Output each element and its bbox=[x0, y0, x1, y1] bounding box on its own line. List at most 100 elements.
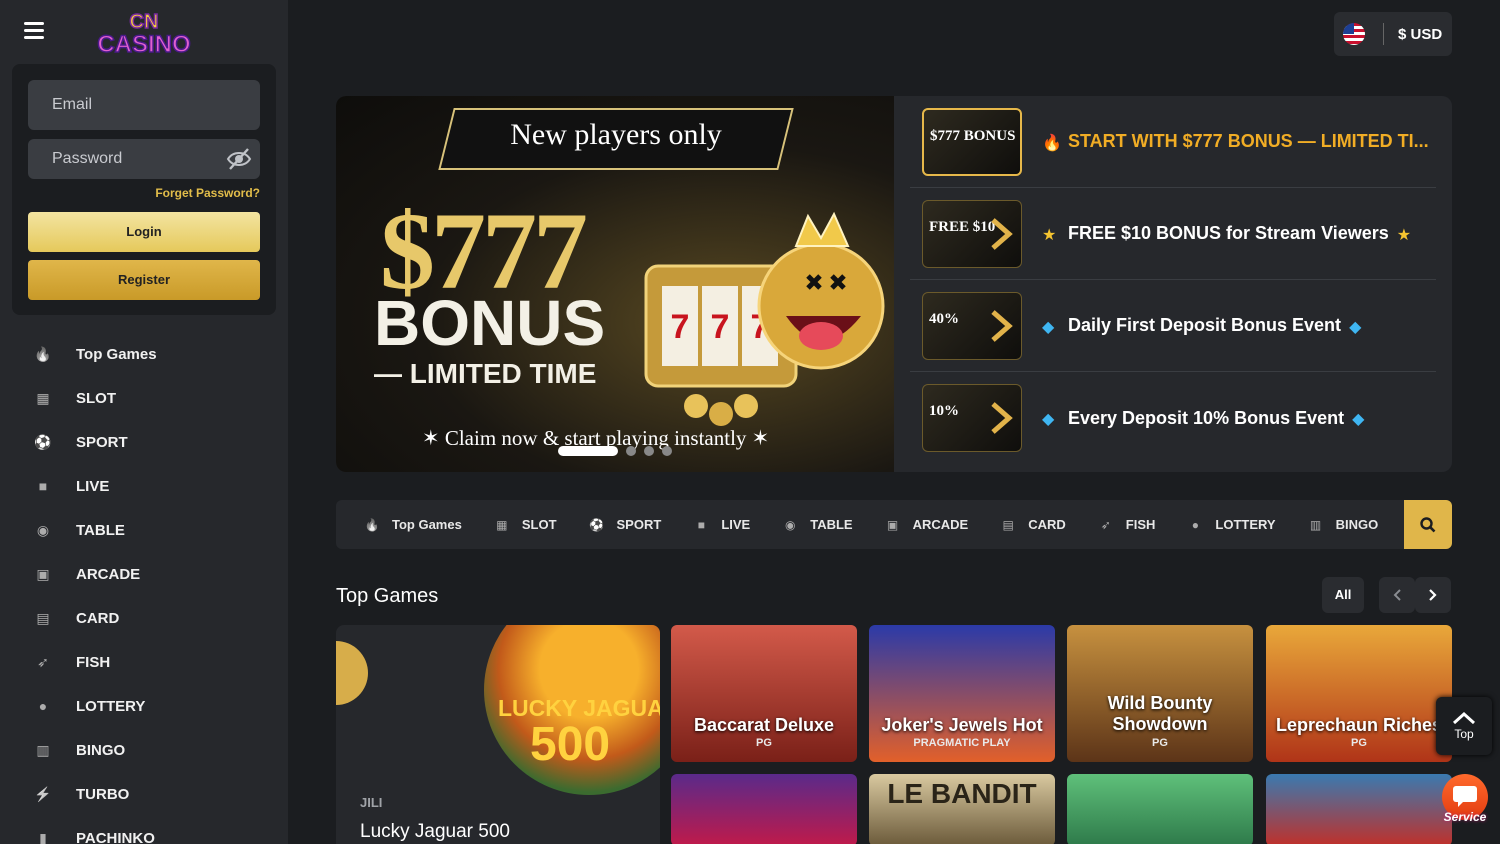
sidebar-item-sport[interactable]: ⚽ SPORT bbox=[0, 420, 288, 464]
tab-label: FISH bbox=[1125, 517, 1156, 532]
prev-button[interactable] bbox=[1379, 577, 1415, 613]
promo-item[interactable]: 40% ◆ Daily First Deposit Bonus Event ◆ bbox=[910, 280, 1436, 372]
slide-indicators bbox=[558, 446, 672, 456]
slide-dot[interactable] bbox=[626, 446, 636, 456]
game-provider: PG bbox=[756, 737, 772, 749]
promo-thumbnail: 40% bbox=[922, 291, 1022, 360]
cards-icon: ▤ bbox=[1002, 517, 1014, 532]
search-button[interactable] bbox=[1404, 500, 1452, 549]
sidebar-item-label: TURBO bbox=[76, 785, 130, 803]
promo-item[interactable]: 10% ◆ Every Deposit 10% Bonus Event ◆ bbox=[910, 372, 1436, 464]
sidebar-item-card[interactable]: ▤ CARD bbox=[0, 596, 288, 640]
game-tile[interactable]: Joker's Jewels Hot PRAGMATIC PLAY bbox=[869, 625, 1055, 762]
svg-text:7: 7 bbox=[671, 308, 690, 346]
slide-dot[interactable] bbox=[644, 446, 654, 456]
arcade-icon: ▣ bbox=[886, 517, 899, 532]
sidebar-item-turbo[interactable]: ⚡ TURBO bbox=[0, 772, 288, 816]
fire-icon: 🔥 bbox=[1042, 134, 1062, 152]
fish-icon: ➶ bbox=[37, 653, 49, 670]
tab-label: ARCADE bbox=[912, 517, 969, 532]
password-field[interactable]: Password bbox=[28, 139, 260, 179]
promo-label: Every Deposit 10% Bonus Event bbox=[1068, 407, 1345, 428]
hamburger-menu-icon[interactable] bbox=[24, 22, 44, 42]
roulette-icon: ◉ bbox=[36, 521, 50, 538]
sidebar-item-arcade[interactable]: ▣ ARCADE bbox=[0, 552, 288, 596]
scroll-top-button[interactable]: Top bbox=[1436, 697, 1492, 755]
chevron-right-icon bbox=[991, 402, 1013, 434]
tab-slot[interactable]: ▦ SLOT bbox=[478, 500, 573, 549]
sidebar-item-label: FISH bbox=[76, 653, 111, 671]
fire-icon: 🔥 bbox=[364, 517, 380, 532]
customer-service-button[interactable]: Service bbox=[1440, 774, 1490, 828]
promo-label: START WITH $777 BONUS — LIMITED TI... bbox=[1068, 131, 1429, 151]
currency-selector[interactable]: $ USD bbox=[1334, 12, 1452, 56]
top-label: Top bbox=[1454, 727, 1474, 741]
promo-item[interactable]: $777 BONUS 🔥 START WITH $777 BONUS — LIMIT… bbox=[910, 96, 1436, 188]
tab-lottery[interactable]: ● LOTTERY bbox=[1171, 500, 1291, 549]
game-tile[interactable]: Wild Bounty Showdown PG bbox=[1067, 625, 1253, 762]
password-placeholder: Password bbox=[52, 150, 123, 167]
tab-fish[interactable]: ➶ FISH bbox=[1082, 500, 1172, 549]
sidebar-item-pachinko[interactable]: ▮ PACHINKO bbox=[0, 816, 288, 844]
register-button[interactable]: Register bbox=[28, 260, 260, 300]
service-label: Service bbox=[1443, 810, 1487, 824]
arcade-icon: ▣ bbox=[36, 565, 50, 582]
roulette-icon: ◉ bbox=[784, 517, 796, 532]
chevron-right-icon bbox=[991, 217, 1013, 250]
chevron-up-icon bbox=[1452, 711, 1476, 725]
email-field[interactable]: Email bbox=[28, 80, 260, 130]
featured-game-card[interactable]: LUCKY JAGUAR 500 JILI Lucky Jaguar 500 bbox=[336, 625, 660, 844]
promo-banner: New players only $777 BONUS — LIMITED TI… bbox=[336, 96, 1452, 472]
game-tile[interactable] bbox=[1266, 774, 1452, 844]
sidebar-item-bingo[interactable]: ▥ BINGO bbox=[0, 728, 288, 772]
tab-table[interactable]: ◉ TABLE bbox=[766, 500, 868, 549]
tab-card[interactable]: ▤ CARD bbox=[984, 500, 1082, 549]
sidebar-item-label: ARCADE bbox=[76, 565, 141, 583]
login-button[interactable]: Login bbox=[28, 212, 260, 252]
soccer-ball-icon: ⚽ bbox=[589, 517, 604, 532]
promo-label: FREE $10 BONUS for Stream Viewers bbox=[1068, 223, 1389, 243]
sidebar-item-label: LOTTERY bbox=[76, 697, 146, 715]
tab-live[interactable]: ■ LIVE bbox=[677, 500, 766, 549]
sidebar-item-slot[interactable]: ▦ SLOT bbox=[0, 376, 288, 420]
game-provider: PRAGMATIC PLAY bbox=[913, 737, 1011, 749]
login-form: Email Password Forget Password? Login Re… bbox=[12, 64, 276, 315]
sidebar-item-fish[interactable]: ➶ FISH bbox=[0, 640, 288, 684]
tab-label: Top Games bbox=[392, 517, 462, 532]
site-logo[interactable]: CN CASINO bbox=[92, 6, 196, 60]
game-tile[interactable]: LE BANDIT bbox=[869, 774, 1055, 844]
sidebar-item-live[interactable]: ■ LIVE bbox=[0, 464, 288, 508]
banner-slide[interactable]: New players only $777 BONUS — LIMITED TI… bbox=[336, 96, 894, 472]
sidebar-item-top-games[interactable]: 🔥 Top Games bbox=[0, 332, 288, 376]
pachinko-icon: ▮ bbox=[39, 829, 47, 844]
svg-text:CASINO: CASINO bbox=[97, 31, 190, 58]
next-button[interactable] bbox=[1415, 577, 1451, 613]
slide-dot[interactable] bbox=[558, 446, 618, 456]
promo-thumbnail-text: 10% bbox=[929, 403, 959, 419]
sidebar-item-label: SLOT bbox=[76, 389, 116, 407]
tab-top-games[interactable]: 🔥 Top Games bbox=[336, 500, 478, 549]
promo-item[interactable]: FREE $10 ★ FREE $10 BONUS for Stream Viewe… bbox=[910, 188, 1436, 280]
bingo-icon: ▥ bbox=[36, 741, 50, 758]
sidebar-item-table[interactable]: ◉ TABLE bbox=[0, 508, 288, 552]
tab-bingo[interactable]: ▥ BINGO bbox=[1292, 500, 1395, 549]
promo-label: Daily First Deposit Bonus Event bbox=[1068, 315, 1342, 335]
game-tile[interactable]: Baccarat Deluxe PG bbox=[671, 625, 857, 762]
chevron-right-icon bbox=[1429, 589, 1437, 601]
sidebar-item-lottery[interactable]: ● LOTTERY bbox=[0, 684, 288, 728]
tab-label: SPORT bbox=[616, 517, 662, 532]
tab-label: LIVE bbox=[721, 517, 751, 532]
game-tile[interactable] bbox=[671, 774, 857, 844]
tab-arcade[interactable]: ▣ ARCADE bbox=[869, 500, 985, 549]
all-games-button[interactable]: All bbox=[1322, 577, 1364, 613]
eye-off-icon[interactable] bbox=[226, 147, 252, 171]
game-tile[interactable]: Leprechaun Riches PG bbox=[1266, 625, 1452, 762]
slide-dot[interactable] bbox=[662, 446, 672, 456]
bingo-icon: ▥ bbox=[1309, 517, 1322, 532]
banner-headline: New players only bbox=[510, 118, 722, 151]
forget-password-link[interactable]: Forget Password? bbox=[155, 186, 260, 200]
game-tile[interactable] bbox=[1067, 774, 1253, 844]
tab-sport[interactable]: ⚽ SPORT bbox=[573, 500, 678, 549]
game-provider: PG bbox=[1351, 737, 1367, 749]
sidebar-item-label: Top Games bbox=[76, 345, 157, 363]
